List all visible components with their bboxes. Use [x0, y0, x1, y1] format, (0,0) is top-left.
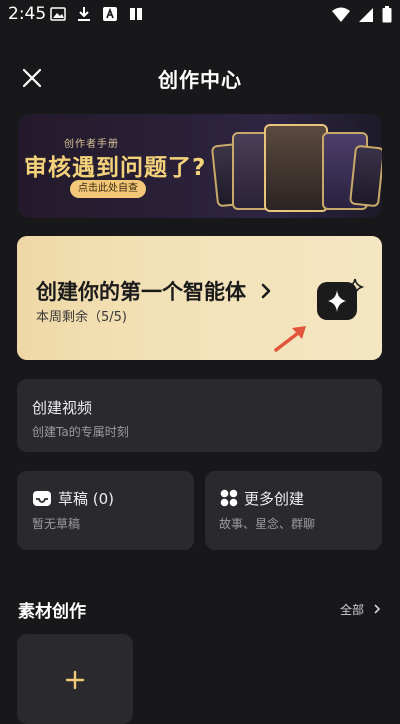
book-icon	[130, 8, 142, 20]
see-all-link[interactable]: 全部	[340, 601, 382, 618]
character-card-featured	[264, 124, 328, 212]
character-card	[348, 144, 382, 208]
chevron-right-icon	[262, 283, 271, 299]
chevron-right-icon	[374, 604, 380, 614]
plus-icon	[65, 670, 85, 690]
create-video-title: 创建视频	[32, 399, 93, 417]
wifi-icon	[332, 7, 350, 22]
banner-title: 审核遇到问题了?	[24, 155, 207, 181]
create-agent-label: 创建你的第一个智能体	[36, 280, 246, 304]
materials-section-title: 素材创作	[18, 602, 86, 622]
status-notification-icons	[50, 6, 144, 22]
more-create-card[interactable]	[205, 471, 382, 550]
more-create-title: 更多创建	[244, 490, 305, 508]
see-all-label: 全部	[340, 603, 365, 617]
create-agent-title: 创建你的第一个智能体	[36, 276, 273, 306]
drafts-card[interactable]	[17, 471, 194, 550]
add-material-tile[interactable]	[17, 634, 133, 724]
image-icon	[50, 7, 66, 21]
grid-icon	[220, 489, 238, 507]
page-title: 创作中心	[158, 68, 242, 92]
banner-cta-button[interactable]: 点击此处自查	[70, 180, 146, 198]
battery-icon	[382, 6, 392, 23]
app-a-icon	[103, 7, 117, 21]
signal-icon	[359, 7, 373, 22]
weekly-remaining: 本周剩余（5/5)	[36, 310, 127, 325]
drafts-title: 草稿 (0)	[58, 490, 115, 508]
create-video-subtitle: 创建Ta的专属时刻	[32, 425, 129, 439]
status-system-icons	[332, 6, 392, 23]
drafts-subtitle: 暂无草稿	[32, 517, 81, 531]
inbox-icon	[33, 491, 51, 506]
download-icon	[78, 7, 90, 21]
sparkle-small-icon	[346, 278, 364, 296]
more-create-subtitle: 故事、星念、群聊	[219, 517, 316, 531]
status-time: 2:45	[8, 4, 47, 24]
pointer-arrow-icon	[274, 326, 306, 352]
